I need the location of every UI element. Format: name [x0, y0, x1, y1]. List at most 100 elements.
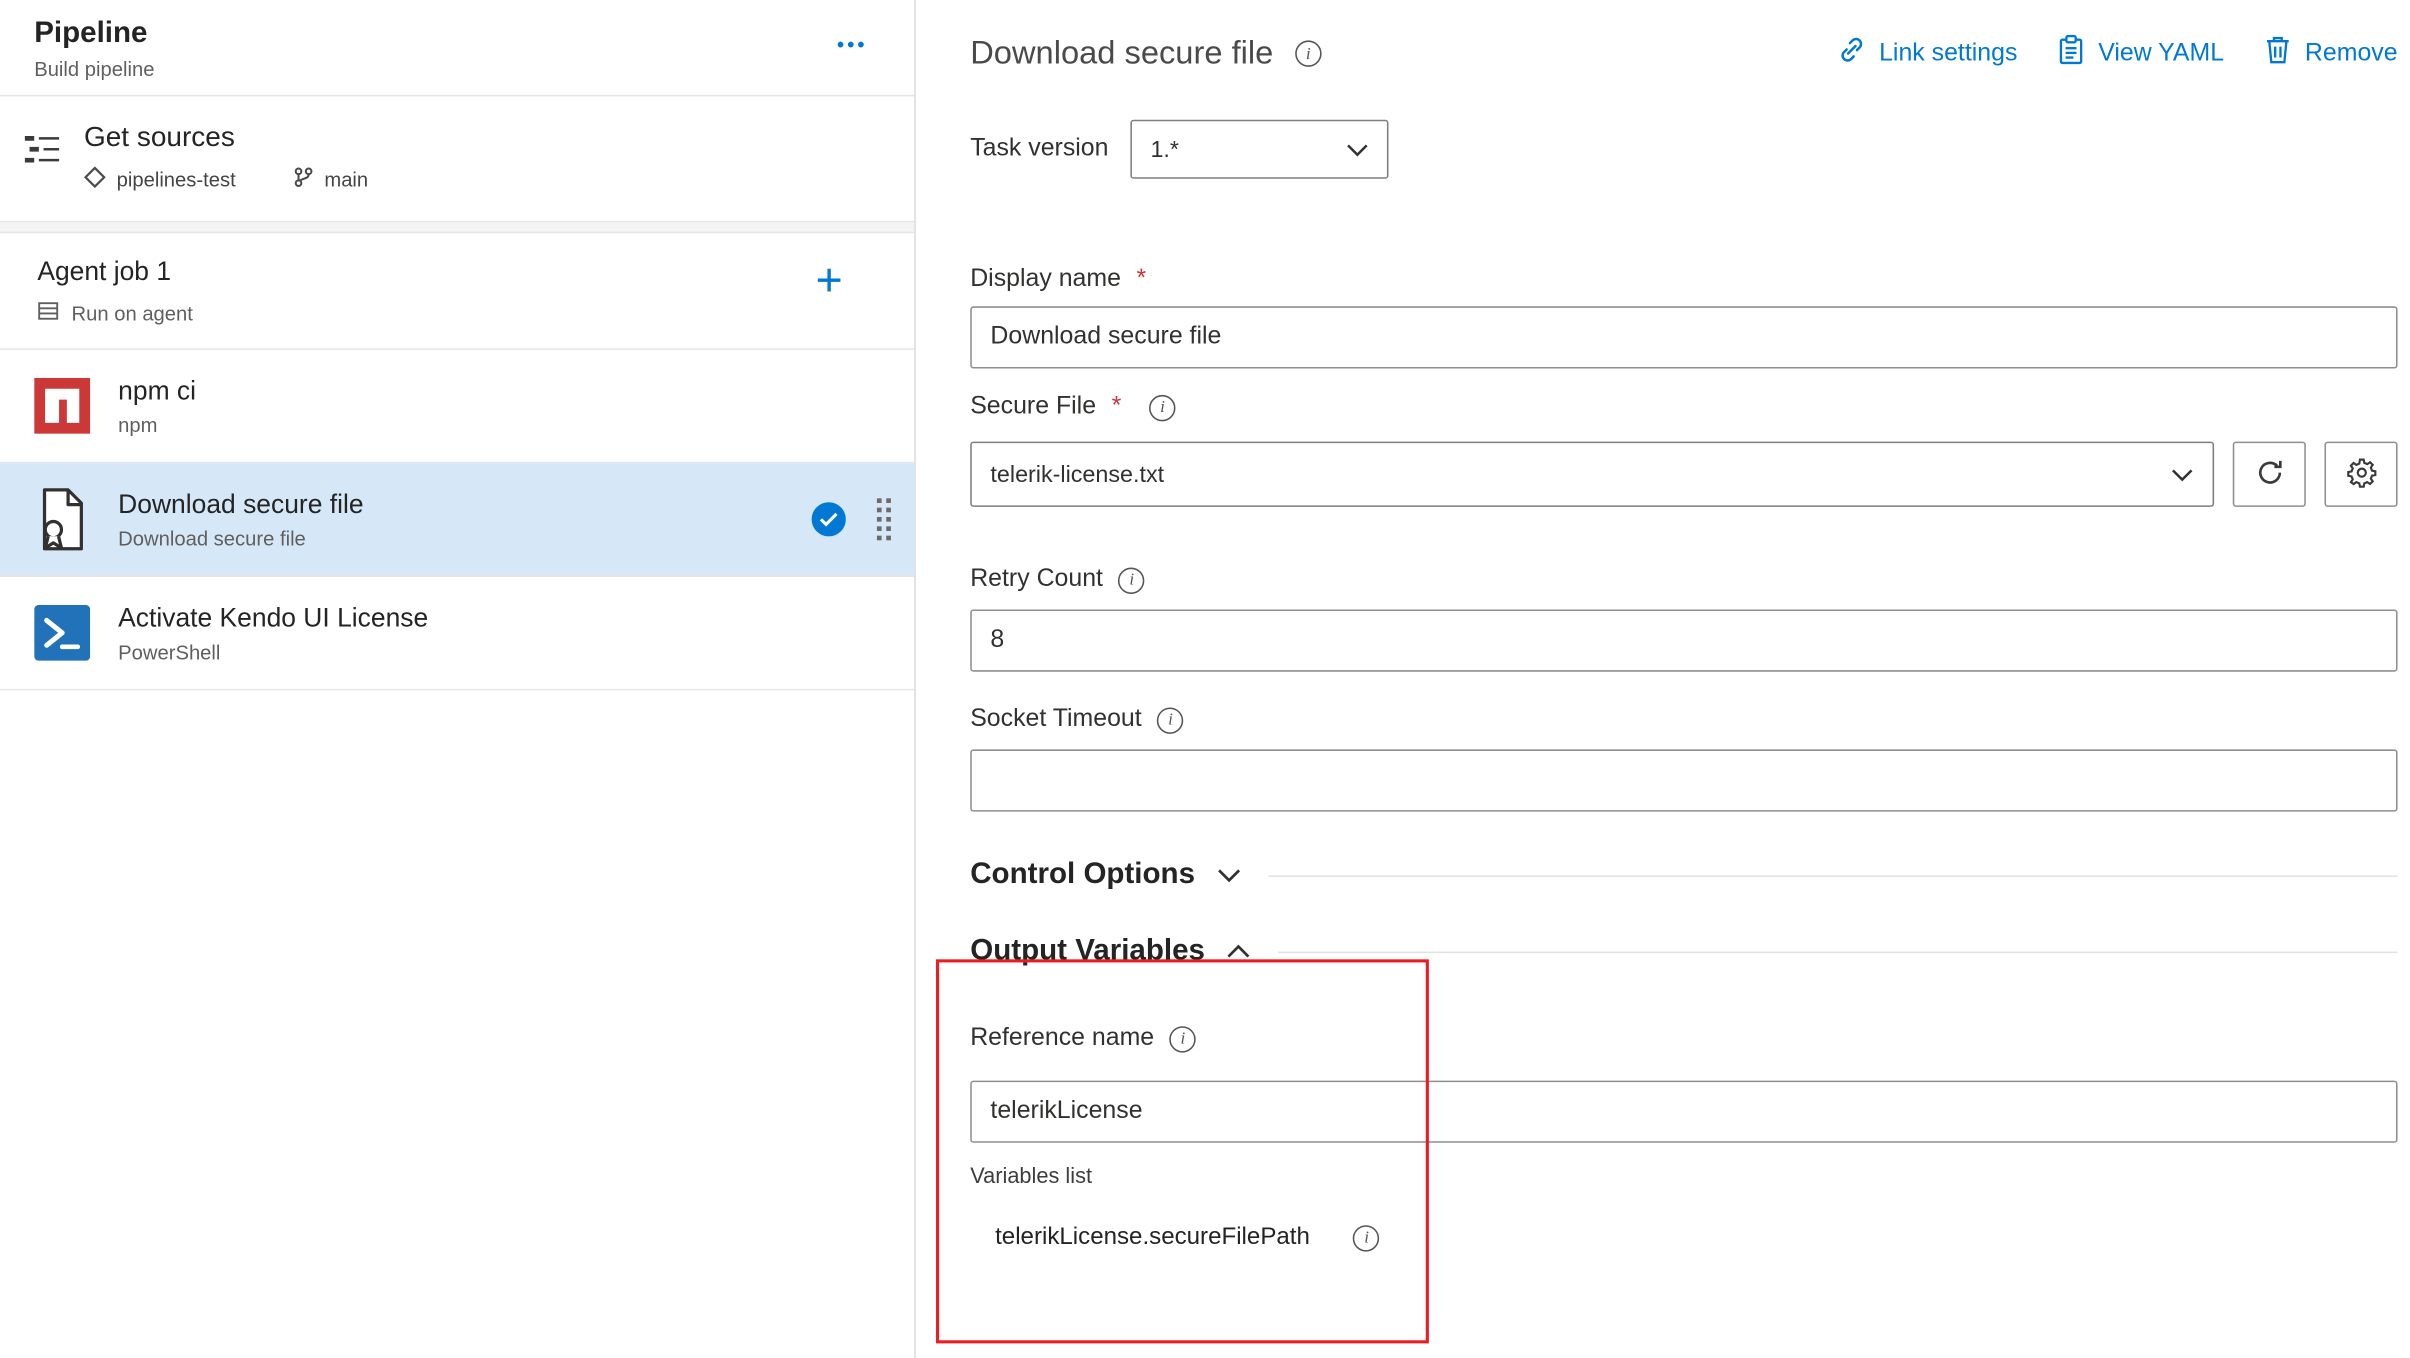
- pipeline-title: Pipeline: [34, 17, 154, 51]
- pipeline-subtitle: Build pipeline: [34, 58, 154, 81]
- task-subtitle: PowerShell: [118, 640, 428, 663]
- output-variables-section-header[interactable]: Output Variables: [970, 934, 2397, 968]
- agent-job-title: Agent job 1: [37, 257, 877, 288]
- retry-count-label: Retry Count: [970, 566, 1103, 594]
- required-marker: *: [1112, 393, 1122, 421]
- trash-icon: [2265, 34, 2293, 73]
- task-title: Activate Kendo UI License: [118, 603, 428, 634]
- link-icon: [1836, 34, 1867, 73]
- output-variables-label: Output Variables: [970, 934, 1205, 968]
- get-sources-title: Get sources: [84, 121, 368, 154]
- remove-label: Remove: [2305, 40, 2398, 68]
- info-icon[interactable]: [1157, 707, 1183, 733]
- secure-file-dropdown[interactable]: telerik-license.txt: [970, 442, 2214, 507]
- remove-button[interactable]: Remove: [2265, 34, 2398, 73]
- task-title: Download secure file: [118, 489, 363, 520]
- add-task-button[interactable]: [815, 258, 842, 305]
- task-item-npm-ci[interactable]: npm ci npm: [0, 350, 914, 464]
- annotation-highlight: [936, 959, 1429, 1343]
- task-item-download-secure-file[interactable]: Download secure file Download secure fil…: [0, 463, 914, 577]
- required-marker: *: [1136, 266, 1146, 294]
- get-sources-body: Get sources pipelines-test: [84, 121, 368, 193]
- link-settings-button[interactable]: Link settings: [1836, 34, 2018, 73]
- task-text: Download secure file Download secure fil…: [118, 489, 363, 550]
- chevron-up-icon: [1227, 934, 1250, 968]
- control-options-section-header[interactable]: Control Options: [970, 858, 2397, 892]
- secure-file-value: telerik-license.txt: [990, 461, 1164, 487]
- app-viewport: Pipeline Build pipeline Get sources: [0, 0, 2410, 1358]
- task-enabled-checkbox[interactable]: [812, 502, 846, 536]
- info-icon[interactable]: [1149, 394, 1175, 420]
- pipeline-editor: Pipeline Build pipeline Get sources: [0, 0, 2410, 1358]
- info-icon[interactable]: [1295, 40, 1321, 66]
- task-version-value: 1.*: [1150, 136, 1179, 162]
- secure-file-icon: [31, 487, 93, 552]
- retry-count-label-row: Retry Count: [970, 566, 2397, 594]
- task-version-label: Task version: [970, 135, 1108, 163]
- output-variable-name: telerikLicense.secureFilePath: [995, 1224, 1310, 1252]
- task-subtitle: Download secure file: [118, 526, 363, 549]
- retry-count-field-group: Retry Count: [970, 566, 2397, 672]
- task-subtitle: npm: [118, 413, 196, 436]
- section-divider: [1278, 951, 2398, 953]
- refresh-button[interactable]: [2233, 442, 2306, 507]
- repository-name: pipelines-test: [117, 168, 236, 191]
- output-variable-row: telerikLicense.secureFilePath: [970, 1224, 2397, 1252]
- info-icon[interactable]: [1170, 1025, 1196, 1051]
- branch-icon: [292, 166, 314, 192]
- retry-count-input[interactable]: [970, 609, 2397, 671]
- chevron-down-icon: [1346, 136, 1368, 162]
- view-yaml-label: View YAML: [2098, 40, 2224, 68]
- sidebar-titles: Pipeline Build pipeline: [34, 17, 154, 81]
- branch-name: main: [324, 168, 368, 191]
- socket-timeout-label: Socket Timeout: [970, 706, 1141, 734]
- sidebar-section-gap: [0, 222, 914, 233]
- reference-name-label: Reference name: [970, 1025, 1154, 1053]
- reference-name-label-row: Reference name: [970, 1025, 2397, 1053]
- get-sources-icon: [22, 134, 62, 193]
- info-icon[interactable]: [1119, 567, 1145, 593]
- section-divider: [1268, 875, 2397, 877]
- chevron-down-icon: [1217, 858, 1240, 892]
- manage-secure-files-button[interactable]: [2324, 442, 2397, 507]
- reference-name-input[interactable]: [970, 1081, 2397, 1143]
- task-text: npm ci npm: [118, 375, 196, 436]
- panel-header: Download secure file Link settings: [970, 34, 2397, 73]
- link-settings-label: Link settings: [1879, 40, 2017, 68]
- agent-icon: [37, 300, 59, 326]
- display-name-label-row: Display name *: [970, 266, 2397, 294]
- display-name-input[interactable]: [970, 306, 2397, 368]
- task-version-dropdown[interactable]: 1.*: [1130, 120, 1388, 179]
- variables-list-label: Variables list: [970, 1163, 2397, 1188]
- panel-actions: Link settings View YAML: [1836, 34, 2398, 73]
- secure-file-field-group: Secure File * telerik-license.txt: [970, 393, 2397, 507]
- sidebar-item-get-sources[interactable]: Get sources pipelines-test: [0, 96, 914, 222]
- socket-timeout-input[interactable]: [970, 749, 2397, 811]
- task-title: npm ci: [118, 375, 196, 406]
- agent-job-header[interactable]: Agent job 1 Run on agent: [0, 233, 914, 350]
- secure-file-label-row: Secure File *: [970, 393, 2397, 421]
- yaml-clipboard-icon: [2058, 34, 2086, 73]
- more-options-button[interactable]: [837, 33, 868, 56]
- sidebar-header: Pipeline Build pipeline: [0, 0, 914, 96]
- agent-job-subtitle-row: Run on agent: [37, 300, 877, 326]
- check-icon: [819, 512, 838, 528]
- task-item-activate-kendo-license[interactable]: Activate Kendo UI License PowerShell: [0, 577, 914, 691]
- agent-job-subtitle: Run on agent: [72, 302, 193, 325]
- pipeline-sidebar: Pipeline Build pipeline Get sources: [0, 0, 916, 1358]
- view-yaml-button[interactable]: View YAML: [2058, 34, 2224, 73]
- task-version-row: Task version 1.*: [970, 120, 2397, 179]
- task-settings-panel: Download secure file Link settings: [917, 0, 2410, 1358]
- socket-timeout-field-group: Socket Timeout: [970, 706, 2397, 812]
- panel-title: Download secure file: [970, 35, 1273, 72]
- secure-file-label: Secure File: [970, 393, 1096, 421]
- secure-file-input-row: telerik-license.txt: [970, 442, 2397, 507]
- get-sources-meta: pipelines-test main: [84, 166, 368, 192]
- display-name-label: Display name: [970, 266, 1121, 294]
- powershell-icon: [31, 605, 93, 661]
- socket-timeout-label-row: Socket Timeout: [970, 706, 2397, 734]
- gear-icon: [2345, 456, 2376, 492]
- control-options-label: Control Options: [970, 858, 1195, 892]
- info-icon[interactable]: [1353, 1224, 1379, 1250]
- drag-handle[interactable]: [877, 498, 891, 540]
